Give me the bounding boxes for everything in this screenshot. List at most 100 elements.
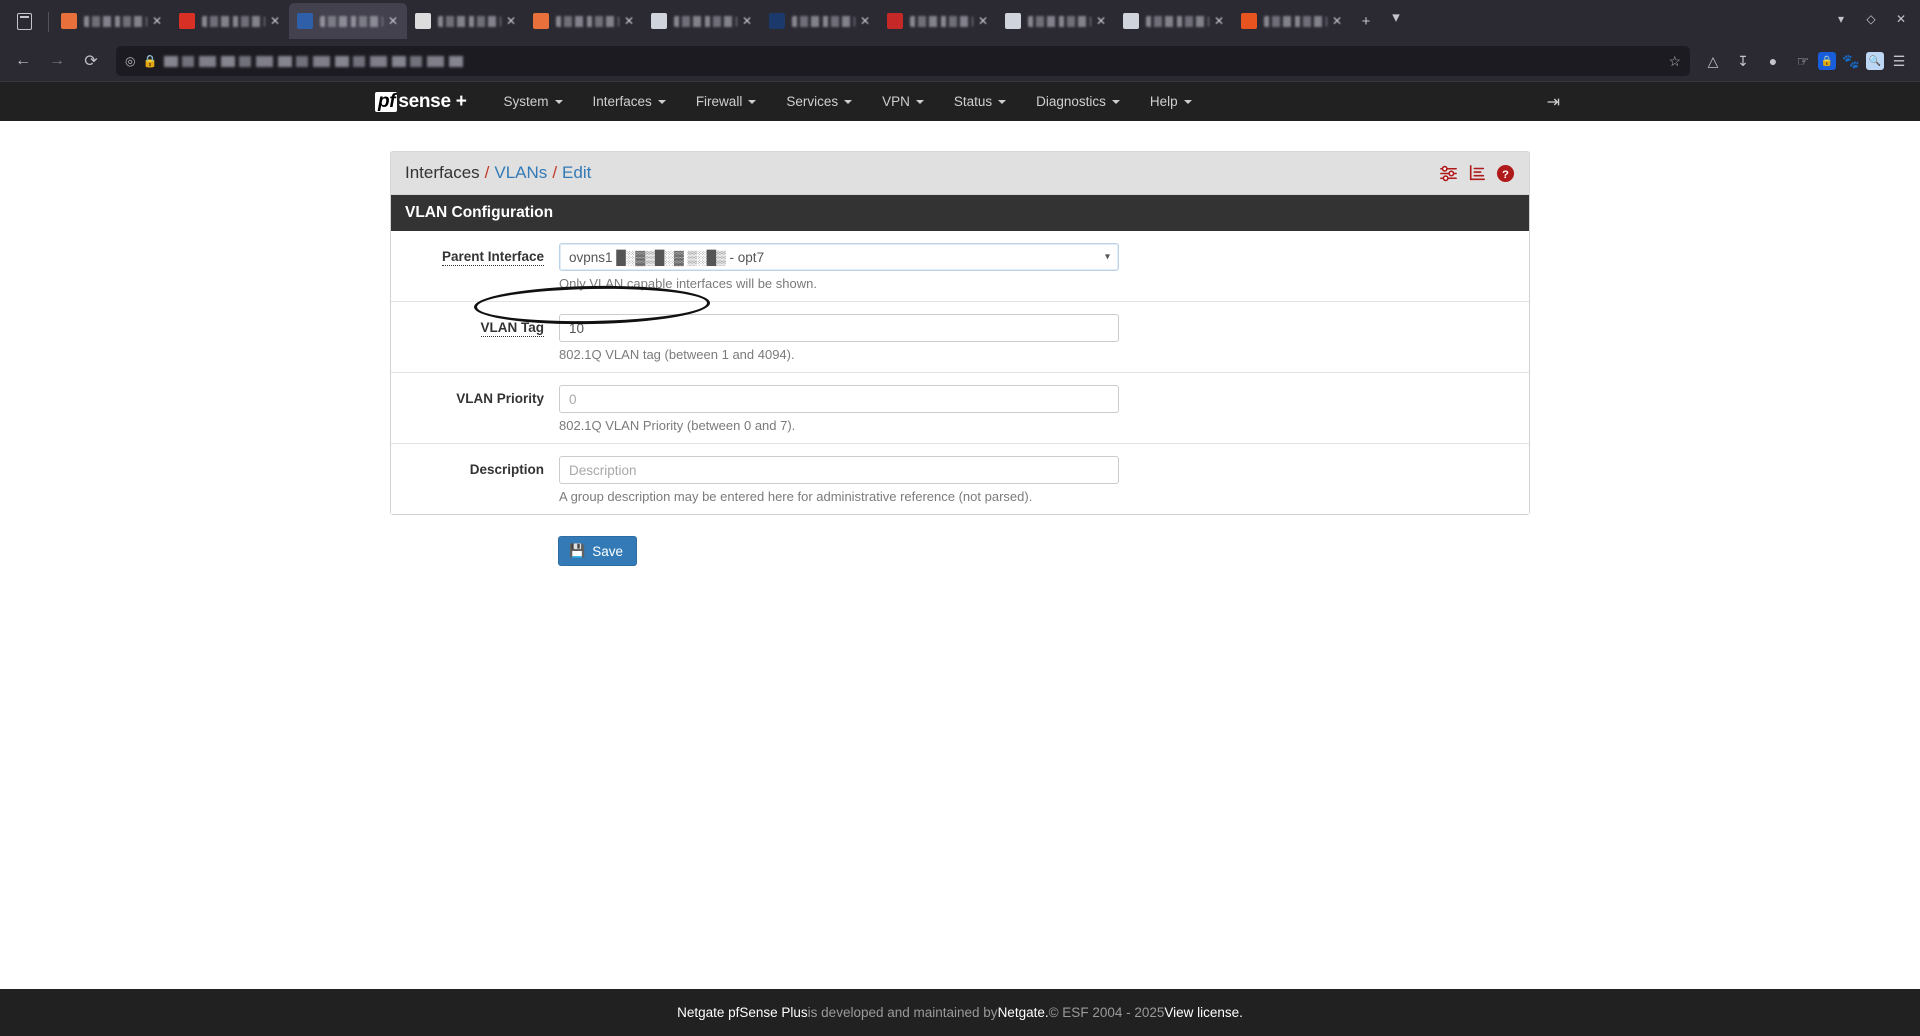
- save-icon: 💾: [569, 543, 586, 558]
- tab-close-icon[interactable]: ✕: [623, 15, 635, 27]
- statistics-icon[interactable]: [1468, 164, 1486, 182]
- form-row-vlan-tag: VLAN Tag 10 802.1Q VLAN tag (between 1 a…: [391, 302, 1529, 373]
- chevron-down-icon: [1111, 99, 1120, 104]
- nav-item-diagnostics[interactable]: Diagnostics: [1021, 94, 1135, 109]
- label-text: VLAN Tag: [480, 320, 544, 337]
- tab-title: [202, 15, 265, 27]
- tab-title: [1028, 15, 1091, 27]
- tab-close-icon[interactable]: ✕: [151, 15, 163, 27]
- advanced-options-icon[interactable]: [1439, 164, 1458, 183]
- chevron-down-icon: [998, 99, 1007, 104]
- browser-tab[interactable]: ✕: [171, 3, 289, 39]
- tab-close-icon[interactable]: ✕: [505, 15, 517, 27]
- nav-label: Interfaces: [592, 94, 652, 109]
- logout-icon[interactable]: ⇥: [1547, 92, 1560, 112]
- nav-item-help[interactable]: Help: [1135, 94, 1207, 109]
- tab-favicon: [533, 13, 549, 29]
- help-description: A group description may be entered here …: [559, 489, 1033, 504]
- new-tab-button[interactable]: +: [1351, 7, 1381, 35]
- description-input[interactable]: Description: [559, 456, 1119, 484]
- parent-interface-value: ovpns1 █░▓▒█░▓ ▒░█▒ - opt7: [569, 249, 765, 265]
- panel-title: VLAN Configuration: [391, 195, 1529, 231]
- browser-tab[interactable]: ✕: [761, 3, 879, 39]
- tab-close-icon[interactable]: ✕: [269, 15, 281, 27]
- nav-item-vpn[interactable]: VPN: [867, 94, 939, 109]
- browser-tab[interactable]: ✕: [407, 3, 525, 39]
- tab-close-icon[interactable]: ✕: [1095, 15, 1107, 27]
- shield-icon[interactable]: △: [1698, 46, 1728, 76]
- extension-icon[interactable]: 🐾: [1836, 46, 1866, 76]
- window-minimize-button[interactable]: ▾: [1826, 5, 1856, 33]
- page-content: Interfaces / VLANs / Edit ? VLAN Configu…: [0, 151, 1920, 566]
- tab-title: [1264, 15, 1327, 27]
- account-icon[interactable]: ●: [1758, 46, 1788, 76]
- browser-tab[interactable]: ✕: [1233, 3, 1351, 39]
- tab-favicon: [769, 13, 785, 29]
- save-button[interactable]: 💾 Save: [558, 536, 637, 566]
- tab-favicon: [61, 13, 77, 29]
- browser-toolbar: ← → ⟳ ◎ 🔒 ☆ △ ↧ ● ☞ 🔒 🐾 🔍 ☰: [0, 41, 1920, 81]
- lock-icon[interactable]: 🔒: [142, 54, 157, 68]
- nav-item-interfaces[interactable]: Interfaces: [578, 94, 681, 109]
- firefox-view-button[interactable]: [4, 3, 44, 39]
- downloads-icon[interactable]: ↧: [1728, 46, 1758, 76]
- window-close-button[interactable]: ✕: [1886, 5, 1916, 33]
- app-menu-icon[interactable]: ☰: [1884, 46, 1914, 76]
- footer-copyright: © ESF 2004 - 2025: [1048, 1005, 1165, 1020]
- tab-close-icon[interactable]: ✕: [859, 15, 871, 27]
- browser-tab[interactable]: ✕: [879, 3, 997, 39]
- breadcrumb-vlans[interactable]: VLANs: [494, 163, 547, 183]
- breadcrumb-edit[interactable]: Edit: [562, 163, 591, 183]
- help-vlan-priority: 802.1Q VLAN Priority (between 0 and 7).: [559, 418, 796, 433]
- browser-tab-active[interactable]: ✕: [289, 3, 407, 39]
- browser-tab[interactable]: ✕: [1115, 3, 1233, 39]
- help-vlan-tag: 802.1Q VLAN tag (between 1 and 4094).: [559, 347, 795, 362]
- tab-title: [556, 15, 619, 27]
- chevron-down-icon: [844, 99, 853, 104]
- breadcrumb-actions: ?: [1439, 164, 1515, 183]
- reload-button[interactable]: ⟳: [74, 45, 108, 77]
- browser-tab[interactable]: ✕: [525, 3, 643, 39]
- browser-tab[interactable]: ✕: [997, 3, 1115, 39]
- nav-item-system[interactable]: System: [489, 94, 578, 109]
- tab-close-icon[interactable]: ✕: [741, 15, 753, 27]
- breadcrumb: Interfaces / VLANs / Edit ?: [390, 151, 1530, 194]
- page-footer: Netgate pfSense Plus is developed and ma…: [0, 989, 1920, 1036]
- address-bar[interactable]: ◎ 🔒 ☆: [116, 46, 1690, 76]
- bookmark-star-icon[interactable]: ☆: [1668, 53, 1681, 70]
- parent-interface-select[interactable]: ovpns1 █░▓▒█░▓ ▒░█▒ - opt7 ▾: [559, 243, 1119, 271]
- help-icon[interactable]: ?: [1496, 164, 1515, 183]
- chevron-down-icon: [554, 99, 563, 104]
- vlan-tag-input[interactable]: 10: [559, 314, 1119, 342]
- pfsense-logo[interactable]: pf sense +: [375, 91, 467, 113]
- browser-tab[interactable]: ✕: [643, 3, 761, 39]
- forward-button[interactable]: →: [40, 45, 74, 77]
- nav-item-services[interactable]: Services: [771, 94, 867, 109]
- chevron-down-icon: [915, 99, 924, 104]
- search-extension-icon[interactable]: 🔍: [1866, 52, 1884, 70]
- form-actions: 💾 Save: [390, 536, 1530, 566]
- tab-close-icon[interactable]: ✕: [1213, 15, 1225, 27]
- tab-favicon: [651, 13, 667, 29]
- tab-favicon: [179, 13, 195, 29]
- pocket-icon[interactable]: ☞: [1788, 46, 1818, 76]
- tracking-protection-icon[interactable]: ◎: [125, 54, 135, 68]
- chevron-down-icon: [1183, 99, 1192, 104]
- label-text: Parent Interface: [441, 249, 544, 266]
- nav-item-status[interactable]: Status: [939, 94, 1021, 109]
- footer-license-link[interactable]: View license.: [1164, 1005, 1243, 1020]
- nav-item-firewall[interactable]: Firewall: [681, 94, 772, 109]
- vlan-priority-input[interactable]: 0: [559, 385, 1119, 413]
- browser-tab[interactable]: ✕: [53, 3, 171, 39]
- tab-close-icon[interactable]: ✕: [977, 15, 989, 27]
- window-maximize-button[interactable]: ◇: [1856, 5, 1886, 33]
- list-all-tabs-icon[interactable]: ▾: [1381, 3, 1411, 31]
- svg-text:?: ?: [1502, 168, 1509, 180]
- label-vlan-tag: VLAN Tag: [391, 314, 559, 362]
- bitwarden-icon[interactable]: 🔒: [1818, 52, 1836, 70]
- tab-close-icon[interactable]: ✕: [387, 15, 399, 27]
- form-row-vlan-priority: VLAN Priority 0 802.1Q VLAN Priority (be…: [391, 373, 1529, 444]
- footer-product: Netgate pfSense Plus: [677, 1005, 808, 1020]
- tab-close-icon[interactable]: ✕: [1331, 15, 1343, 27]
- back-button[interactable]: ←: [6, 45, 40, 77]
